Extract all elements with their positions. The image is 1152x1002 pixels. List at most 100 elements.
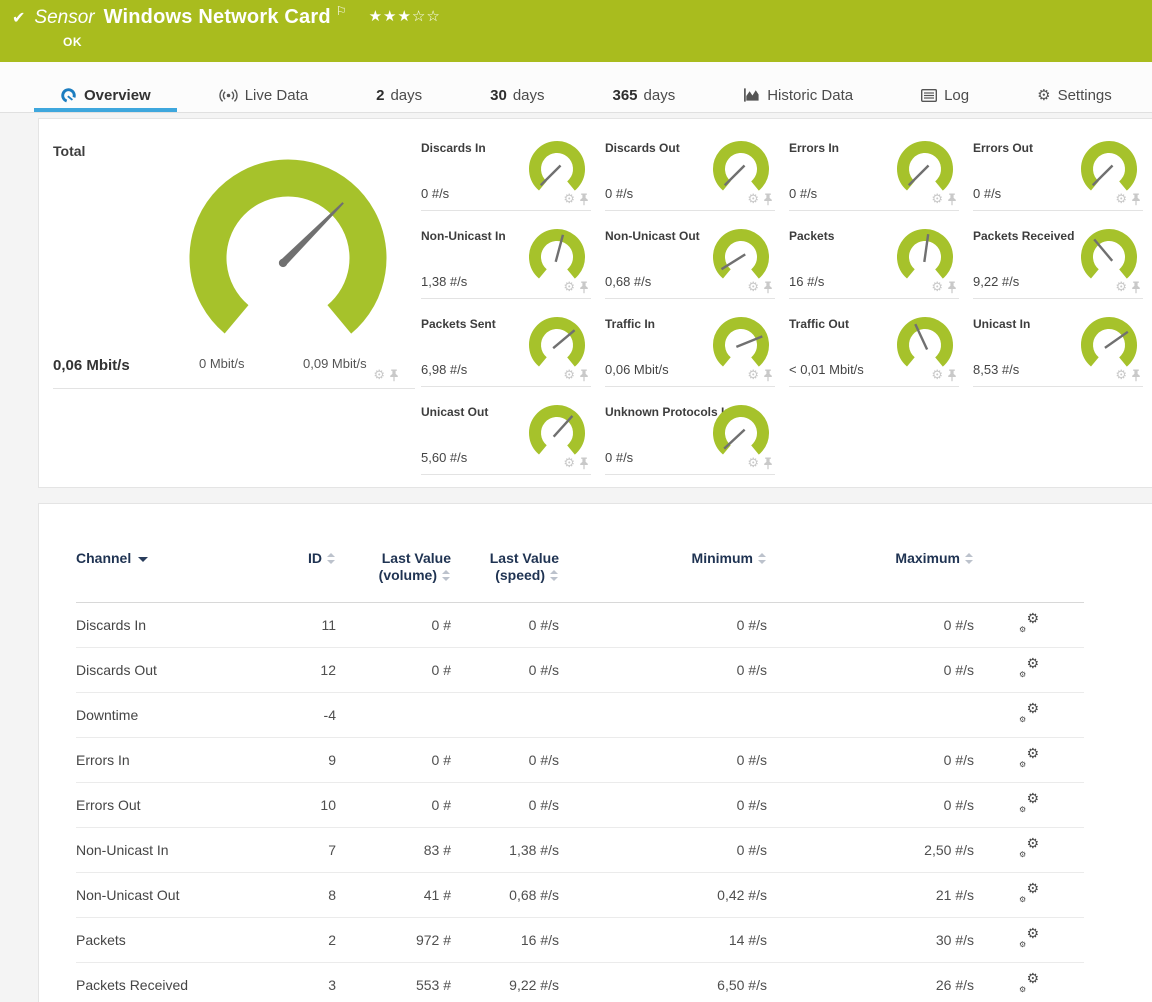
pin-icon[interactable] [1131,281,1141,294]
sort-toggle-icon [758,553,767,564]
gear-icon[interactable]: ⚙ [1115,369,1127,382]
col-header-channel[interactable]: Channel [76,550,291,603]
channel-settings-gears-icon[interactable]: ⚙⚙ [1019,705,1039,722]
channel-settings-gears-icon[interactable]: ⚙⚙ [1019,930,1039,947]
channel-settings-gears-icon[interactable]: ⚙⚙ [1019,750,1039,767]
pin-icon[interactable] [579,193,589,206]
channel-settings-gears-icon[interactable]: ⚙⚙ [1019,795,1039,812]
channel-table-row[interactable]: Downtime -4 ⚙⚙ [76,693,1084,738]
tab-365-days[interactable]: 365 days [587,78,702,112]
tab-overview[interactable]: Overview [34,78,177,112]
tab-historic-data[interactable]: Historic Data [717,78,879,112]
channel-gauge-value: 0 #/s [421,186,449,201]
channel-gauge-tile[interactable]: Non-Unicast Out 0,68 #/s ⚙ [605,221,775,299]
priority-star-rating[interactable]: ★★★☆☆ [369,7,441,25]
gear-icon[interactable]: ⚙ [563,457,575,470]
gear-icon[interactable]: ⚙ [747,281,759,294]
channel-gauge [527,227,587,287]
channel-table-row[interactable]: Errors Out 10 0 # 0 #/s 0 #/s 0 #/s ⚙⚙ [76,783,1084,828]
pin-icon[interactable] [947,369,957,382]
gear-icon[interactable]: ⚙ [747,193,759,206]
channel-table-row[interactable]: Discards In 11 0 # 0 #/s 0 #/s 0 #/s ⚙⚙ [76,603,1084,648]
pin-icon[interactable] [763,281,773,294]
channel-gauge-value: 0 #/s [789,186,817,201]
gear-icon[interactable]: ⚙ [747,457,759,470]
channel-gauge [527,139,587,199]
channel-settings-gears-icon[interactable]: ⚙⚙ [1019,975,1039,992]
prtg-sensor-overview-page: ✔ Sensor Windows Network Card ⚐ ★★★☆☆ OK… [0,0,1152,1002]
channel-table-row[interactable]: Discards Out 12 0 # 0 #/s 0 #/s 0 #/s ⚙⚙ [76,648,1084,693]
col-header-last-value-volume[interactable]: Last Value (volume) [336,550,451,603]
channel-gauge-tile[interactable]: Non-Unicast In 1,38 #/s ⚙ [421,221,591,299]
pin-icon[interactable] [947,281,957,294]
flag-icon[interactable]: ⚐ [336,4,347,18]
pin-icon[interactable] [1131,369,1141,382]
sort-toggle-icon [550,570,559,581]
channel-gauge-value: 0 #/s [973,186,1001,201]
col-header-maximum[interactable]: Maximum [767,550,974,603]
channels-table-panel: Channel ID Last Value (volume) Last Valu… [38,503,1152,1002]
channel-gauge-tile[interactable]: Traffic Out < 0,01 Mbit/s ⚙ [789,309,959,387]
pin-icon[interactable] [579,369,589,382]
channel-table-row[interactable]: Errors In 9 0 # 0 #/s 0 #/s 0 #/s ⚙⚙ [76,738,1084,783]
tab-log[interactable]: Log [895,78,995,112]
cell-maximum: 0 #/s [767,648,974,693]
pin-icon[interactable] [763,369,773,382]
col-header-last-value-speed[interactable]: Last Value (speed) [451,550,559,603]
channel-settings-gears-icon[interactable]: ⚙⚙ [1019,615,1039,632]
channel-table-row[interactable]: Non-Unicast In 7 83 # 1,38 #/s 0 #/s 2,5… [76,828,1084,873]
gear-icon[interactable]: ⚙ [931,193,943,206]
channel-gauge-tile[interactable]: Unknown Protocols In 0 #/s ⚙ [605,397,775,475]
channel-settings-gears-icon[interactable]: ⚙⚙ [1019,840,1039,857]
channel-gauge-tile[interactable]: Packets Sent 6,98 #/s ⚙ [421,309,591,387]
channel-gauge-tile[interactable]: Packets 16 #/s ⚙ [789,221,959,299]
channel-gauge-tile[interactable]: Errors In 0 #/s ⚙ [789,133,959,211]
channel-gauge-tile[interactable]: Unicast Out 5,60 #/s ⚙ [421,397,591,475]
cell-maximum: 21 #/s [767,873,974,918]
channel-gauge-tile[interactable]: Errors Out 0 #/s ⚙ [973,133,1143,211]
tab-live-data[interactable]: Live Data [193,78,334,112]
tab-2-days[interactable]: 2 days [350,78,448,112]
pin-icon[interactable] [579,281,589,294]
tab-30-days[interactable]: 30 days [464,78,570,112]
cell-minimum: 6,50 #/s [559,963,767,1002]
cell-minimum: 14 #/s [559,918,767,963]
status-badge: OK [63,35,82,49]
channel-gauge-tile[interactable]: Unicast In 8,53 #/s ⚙ [973,309,1143,387]
col-header-id[interactable]: ID [291,550,336,603]
tab-settings[interactable]: ⚙ Settings [1011,78,1138,112]
total-gauge-tile[interactable]: Total 0 Mbit/s 0,09 Mbit/s 0,06 Mbit/s ⚙ [53,129,415,389]
channel-table-row[interactable]: Packets Received 3 553 # 9,22 #/s 6,50 #… [76,963,1084,1002]
cell-maximum [767,693,974,738]
channel-settings-gears-icon[interactable]: ⚙⚙ [1019,885,1039,902]
gauges-panel: Total 0 Mbit/s 0,09 Mbit/s 0,06 Mbit/s ⚙… [38,118,1152,488]
cell-maximum: 2,50 #/s [767,828,974,873]
pin-icon[interactable] [389,369,399,382]
gear-icon[interactable]: ⚙ [563,369,575,382]
gear-icon[interactable]: ⚙ [563,193,575,206]
pin-icon[interactable] [763,193,773,206]
pin-icon[interactable] [763,457,773,470]
gear-icon[interactable]: ⚙ [373,369,385,382]
pin-icon[interactable] [1131,193,1141,206]
channel-gauge-tile[interactable]: Traffic In 0,06 Mbit/s ⚙ [605,309,775,387]
channel-table-row[interactable]: Non-Unicast Out 8 41 # 0,68 #/s 0,42 #/s… [76,873,1084,918]
col-header-minimum[interactable]: Minimum [559,550,767,603]
channel-settings-gears-icon[interactable]: ⚙⚙ [1019,660,1039,677]
pin-icon[interactable] [947,193,957,206]
gear-icon[interactable]: ⚙ [931,281,943,294]
gear-icon[interactable]: ⚙ [1115,193,1127,206]
channel-gauge-tile[interactable]: Discards In 0 #/s ⚙ [421,133,591,211]
pin-icon[interactable] [579,457,589,470]
gear-icon[interactable]: ⚙ [563,281,575,294]
cell-channel: Non-Unicast Out [76,873,291,918]
gear-icon[interactable]: ⚙ [931,369,943,382]
cell-channel: Non-Unicast In [76,828,291,873]
channel-gauge-tile[interactable]: Packets Received 9,22 #/s ⚙ [973,221,1143,299]
channel-gauge-tile[interactable]: Discards Out 0 #/s ⚙ [605,133,775,211]
gear-icon[interactable]: ⚙ [747,369,759,382]
tab-icon [60,87,77,104]
cell-last-value-volume: 0 # [336,648,451,693]
channel-table-row[interactable]: Packets 2 972 # 16 #/s 14 #/s 30 #/s ⚙⚙ [76,918,1084,963]
gear-icon[interactable]: ⚙ [1115,281,1127,294]
